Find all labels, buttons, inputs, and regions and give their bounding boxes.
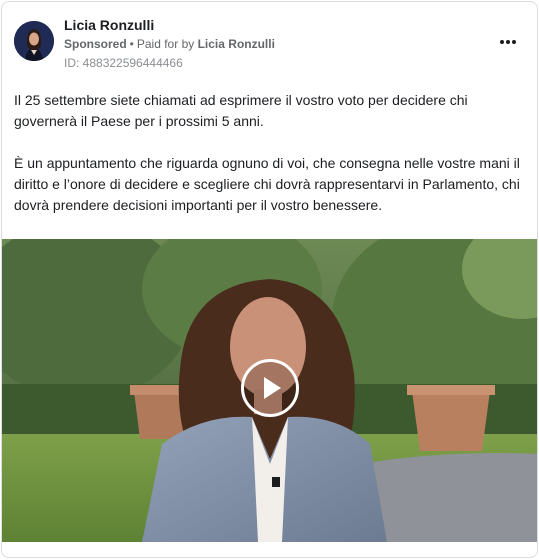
separator-dot: •: [129, 37, 134, 51]
ad-card: Licia Ronzulli Sponsored • Paid for by Lic…: [1, 1, 538, 558]
play-button[interactable]: [241, 359, 299, 417]
play-icon: [264, 377, 281, 399]
avatar[interactable]: [14, 21, 54, 61]
more-horizontal-icon: [500, 40, 504, 44]
sponsorship-line: Sponsored • Paid for by Licia Ronzulli: [64, 37, 275, 51]
body-paragraph-1: Il 25 settembre siete chiamati ad esprim…: [14, 92, 468, 129]
author-name[interactable]: Licia Ronzulli: [64, 17, 154, 33]
paid-for-prefix: Paid for by: [136, 37, 195, 51]
body-paragraph-2: È un appuntamento che riguarda ognuno di…: [14, 155, 520, 213]
video-player[interactable]: [2, 239, 537, 542]
ad-body-text: Il 25 settembre siete chiamati ad esprim…: [14, 90, 526, 251]
ad-id: ID: 488322596444466: [64, 56, 183, 70]
payer-name[interactable]: Licia Ronzulli: [198, 37, 275, 51]
sponsored-label: Sponsored: [64, 37, 127, 51]
more-options-button[interactable]: [496, 32, 520, 52]
